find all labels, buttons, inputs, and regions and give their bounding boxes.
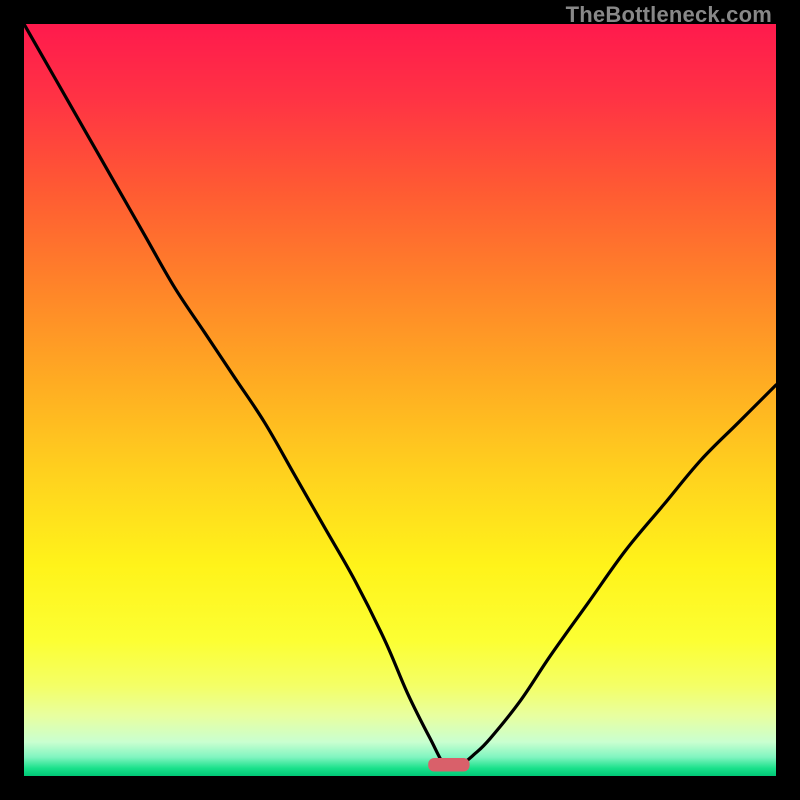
bottleneck-chart	[24, 24, 776, 776]
watermark-text: TheBottleneck.com	[566, 2, 772, 28]
optimal-marker	[428, 758, 469, 772]
gradient-background	[24, 24, 776, 776]
chart-frame	[24, 24, 776, 776]
